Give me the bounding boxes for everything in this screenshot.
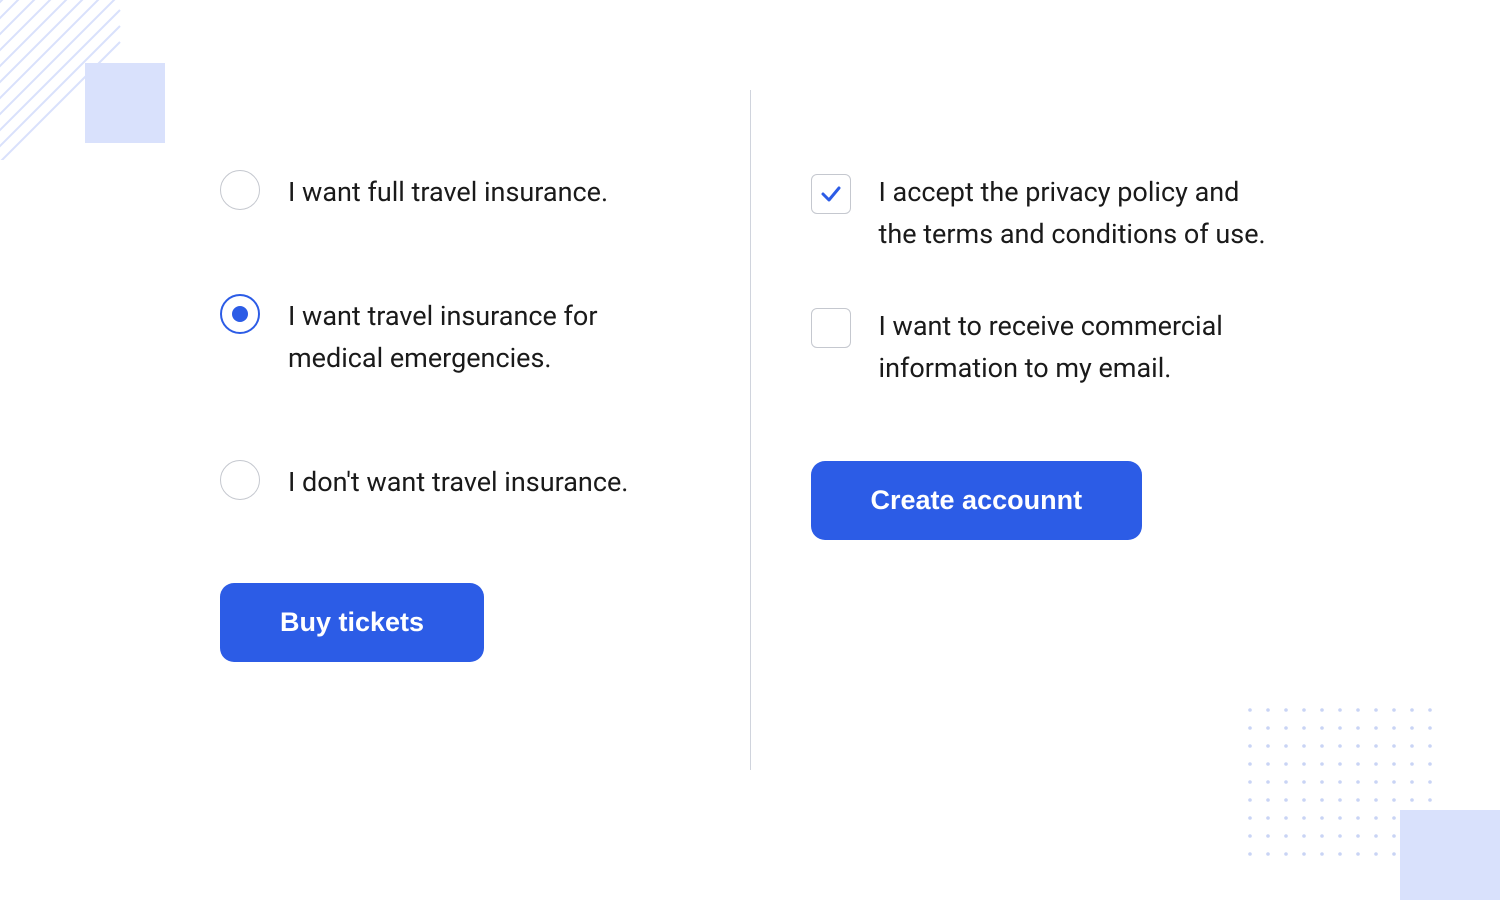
account-panel: I accept the privacy policy and the term… <box>751 90 1341 770</box>
checkbox-icon <box>811 308 851 348</box>
radio-label: I want full travel insurance. <box>288 170 608 214</box>
check-icon <box>819 182 843 206</box>
create-account-button[interactable]: Create accounnt <box>811 461 1143 540</box>
radio-medical-insurance[interactable]: I want travel insurance for medical emer… <box>220 294 690 380</box>
buy-tickets-button[interactable]: Buy tickets <box>220 583 484 662</box>
radio-dot-icon <box>232 306 248 322</box>
radio-label: I don't want travel insurance. <box>288 460 628 504</box>
radio-full-insurance[interactable]: I want full travel insurance. <box>220 170 690 214</box>
radio-icon <box>220 170 260 210</box>
radio-icon <box>220 460 260 500</box>
radio-icon <box>220 294 260 334</box>
form-container: I want full travel insurance. I want tra… <box>0 90 1500 770</box>
checkbox-commercial-info[interactable]: I want to receive commercial information… <box>811 304 1281 390</box>
radio-label: I want travel insurance for medical emer… <box>288 294 690 380</box>
decor-square-bottom <box>1400 810 1500 900</box>
checkbox-label: I accept the privacy policy and the term… <box>879 170 1281 256</box>
checkbox-privacy-policy[interactable]: I accept the privacy policy and the term… <box>811 170 1281 256</box>
checkbox-label: I want to receive commercial information… <box>879 304 1281 390</box>
radio-no-insurance[interactable]: I don't want travel insurance. <box>220 460 690 504</box>
insurance-radio-group: I want full travel insurance. I want tra… <box>220 170 690 503</box>
account-checkbox-group: I accept the privacy policy and the term… <box>811 170 1281 389</box>
checkbox-icon <box>811 174 851 214</box>
insurance-panel: I want full travel insurance. I want tra… <box>160 90 750 770</box>
